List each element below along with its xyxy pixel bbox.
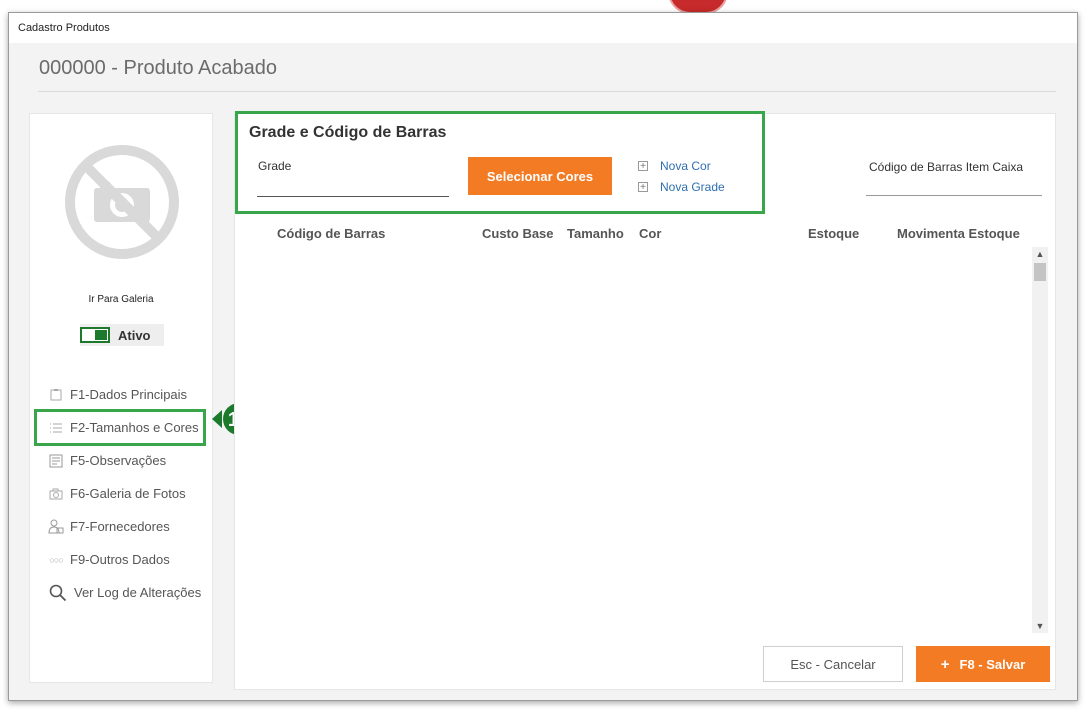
status-label: Ativo [118, 327, 151, 343]
column-header-estoque: Estoque [808, 226, 860, 241]
scroll-up-icon[interactable]: ▲ [1032, 247, 1048, 261]
product-sidebar: Ir Para Galeria Ativo F1-Dados Principai… [29, 113, 213, 683]
sidebar-item-outros-dados[interactable]: ○○○ F9-Outros Dados [48, 543, 216, 576]
window-title: Cadastro Produtos [9, 13, 1077, 43]
gallery-link[interactable]: Ir Para Galeria [30, 294, 212, 305]
sidebar-nav: F1-Dados Principais F2-Tamanhos e Cores … [34, 378, 216, 609]
sidebar-item-label: F5-Observações [70, 453, 167, 468]
plus-icon: + [940, 655, 950, 673]
table-scrollbar[interactable]: ▲ ▼ [1032, 247, 1048, 633]
column-header-tamanho: Tamanho [567, 226, 624, 241]
column-header-codigo-barras: Código de Barras [277, 226, 386, 241]
page-title: 000000 - Produto Acabado [39, 57, 277, 79]
grade-input[interactable] [257, 174, 449, 197]
barcode-item-box-label: Código de Barras Item Caixa [869, 160, 1024, 174]
notes-icon [48, 453, 64, 469]
save-label: F8 - Salvar [959, 656, 1026, 672]
status-toggle[interactable]: Ativo [80, 324, 164, 346]
plus-icon: + [638, 161, 648, 172]
clipboard-icon [48, 387, 64, 403]
sidebar-item-label: F9-Outros Dados [70, 552, 170, 567]
sidebar-item-label: F2-Tamanhos e Cores [70, 420, 199, 435]
scroll-thumb[interactable] [1034, 263, 1046, 281]
sidebar-item-label: F1-Dados Principais [70, 387, 188, 402]
section-title: Grade e Código de Barras [249, 124, 447, 141]
sidebar-item-fornecedores[interactable]: F7-Fornecedores [48, 510, 216, 543]
grade-label: Grade [258, 159, 292, 173]
camera-icon [48, 486, 64, 502]
sidebar-item-label: F6-Galeria de Fotos [70, 486, 186, 501]
save-button[interactable]: + F8 - Salvar [916, 646, 1050, 682]
sidebar-item-log-alteracoes[interactable]: Ver Log de Alterações [48, 576, 216, 609]
sidebar-item-galeria-fotos[interactable]: F6-Galeria de Fotos [48, 477, 216, 510]
sidebar-item-label: F7-Fornecedores [70, 519, 170, 534]
new-color-label: Nova Cor [660, 159, 711, 173]
scroll-down-icon[interactable]: ▼ [1032, 619, 1048, 633]
select-colors-button[interactable]: Selecionar Cores [468, 157, 612, 195]
plus-icon: + [638, 182, 648, 193]
sidebar-item-observacoes[interactable]: F5-Observações [48, 444, 216, 477]
new-color-link[interactable]: + Nova Cor [638, 159, 711, 173]
new-grade-label: Nova Grade [660, 180, 725, 194]
sidebar-item-dados-principais[interactable]: F1-Dados Principais [48, 378, 216, 411]
supplier-icon [48, 519, 64, 535]
new-grade-link[interactable]: + Nova Grade [638, 180, 725, 194]
barcode-item-box-input[interactable] [866, 173, 1042, 196]
search-icon [48, 584, 68, 601]
title-divider [38, 91, 1056, 92]
column-header-custo-base: Custo Base [482, 226, 554, 241]
list-icon [48, 420, 64, 436]
column-header-cor: Cor [639, 226, 662, 241]
toggle-switch[interactable] [80, 327, 110, 343]
column-header-movimenta-estoque: Movimenta Estoque [897, 226, 1020, 241]
no-photo-icon[interactable] [64, 144, 180, 260]
dots-icon: ○○○ [49, 554, 63, 565]
cancel-button[interactable]: Esc - Cancelar [763, 646, 903, 682]
sidebar-item-tamanhos-cores[interactable]: F2-Tamanhos e Cores [34, 409, 206, 446]
sidebar-item-label: Ver Log de Alterações [74, 585, 202, 600]
